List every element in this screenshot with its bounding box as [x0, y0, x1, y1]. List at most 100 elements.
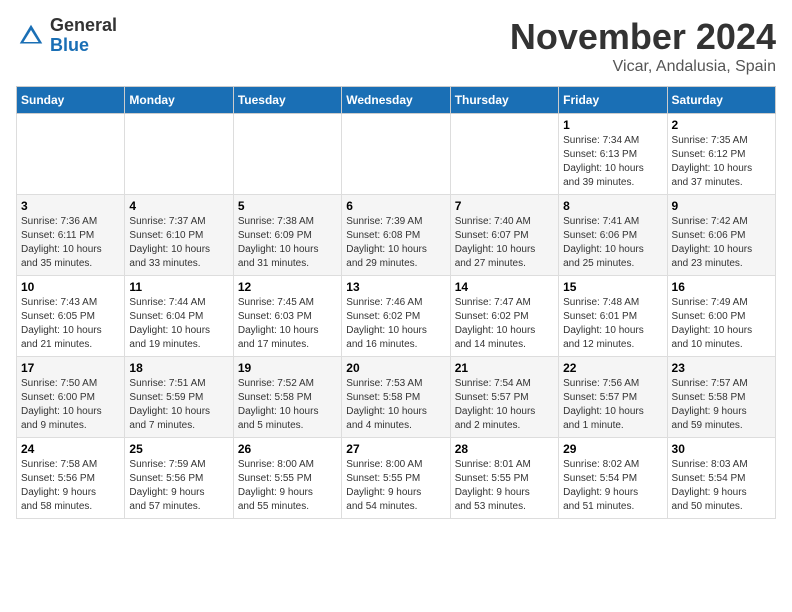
day-info: Sunrise: 7:43 AM Sunset: 6:05 PM Dayligh… — [21, 296, 120, 352]
day-number: 18 — [129, 361, 228, 375]
day-number: 9 — [672, 199, 771, 213]
day-number: 6 — [346, 199, 445, 213]
day-number: 12 — [238, 280, 337, 294]
calendar-cell: 25 Sunrise: 7:59 AM Sunset: 5:56 PM Dayli… — [125, 438, 233, 519]
day-info: Sunrise: 7:48 AM Sunset: 6:01 PM Dayligh… — [563, 296, 662, 352]
weekday-header-saturday: Saturday — [667, 87, 775, 114]
day-number: 10 — [21, 280, 120, 294]
day-info: Sunrise: 7:34 AM Sunset: 6:13 PM Dayligh… — [563, 134, 662, 190]
day-info: Sunrise: 7:47 AM Sunset: 6:02 PM Dayligh… — [455, 296, 554, 352]
weekday-header-row: SundayMondayTuesdayWednesdayThursdayFrid… — [17, 87, 776, 114]
calendar-cell: 14 Sunrise: 7:47 AM Sunset: 6:02 PM Dayli… — [450, 276, 558, 357]
weekday-header-friday: Friday — [559, 87, 667, 114]
day-number: 4 — [129, 199, 228, 213]
calendar-cell — [125, 114, 233, 195]
calendar-cell — [17, 114, 125, 195]
calendar-week-row: 24 Sunrise: 7:58 AM Sunset: 5:56 PM Dayli… — [17, 438, 776, 519]
day-number: 27 — [346, 442, 445, 456]
day-number: 2 — [672, 118, 771, 132]
calendar-cell — [233, 114, 341, 195]
day-info: Sunrise: 7:52 AM Sunset: 5:58 PM Dayligh… — [238, 377, 337, 433]
calendar-cell: 11Sunrise: 7:44 AM Sunset: 6:04 PM Dayli… — [125, 276, 233, 357]
weekday-header-wednesday: Wednesday — [342, 87, 450, 114]
day-number: 24 — [21, 442, 120, 456]
calendar-cell: 8 Sunrise: 7:41 AM Sunset: 6:06 PM Daylig… — [559, 195, 667, 276]
day-info: Sunrise: 7:44 AM Sunset: 6:04 PM Dayligh… — [129, 296, 228, 352]
day-number: 3 — [21, 199, 120, 213]
day-info: Sunrise: 8:01 AM Sunset: 5:55 PM Dayligh… — [455, 458, 554, 514]
day-number: 26 — [238, 442, 337, 456]
day-info: Sunrise: 7:36 AM Sunset: 6:11 PM Dayligh… — [21, 215, 120, 271]
calendar-cell: 23Sunrise: 7:57 AM Sunset: 5:58 PM Dayli… — [667, 357, 775, 438]
day-info: Sunrise: 7:57 AM Sunset: 5:58 PM Dayligh… — [672, 377, 771, 433]
day-info: Sunrise: 7:50 AM Sunset: 6:00 PM Dayligh… — [21, 377, 120, 433]
day-info: Sunrise: 7:58 AM Sunset: 5:56 PM Dayligh… — [21, 458, 120, 514]
day-number: 22 — [563, 361, 662, 375]
calendar-cell: 17 Sunrise: 7:50 AM Sunset: 6:00 PM Dayli… — [17, 357, 125, 438]
calendar-table: SundayMondayTuesdayWednesdayThursdayFrid… — [16, 86, 776, 519]
day-info: Sunrise: 7:42 AM Sunset: 6:06 PM Dayligh… — [672, 215, 771, 271]
calendar-cell: 10 Sunrise: 7:43 AM Sunset: 6:05 PM Dayli… — [17, 276, 125, 357]
calendar-cell: 16 Sunrise: 7:49 AM Sunset: 6:00 PM Dayli… — [667, 276, 775, 357]
calendar-week-row: 1 Sunrise: 7:34 AM Sunset: 6:13 PM Daylig… — [17, 114, 776, 195]
day-number: 30 — [672, 442, 771, 456]
calendar-cell: 27 Sunrise: 8:00 AM Sunset: 5:55 PM Dayli… — [342, 438, 450, 519]
day-info: Sunrise: 8:00 AM Sunset: 5:55 PM Dayligh… — [238, 458, 337, 514]
header: General Blue November 2024 Vicar, Andalu… — [16, 16, 776, 76]
day-number: 21 — [455, 361, 554, 375]
day-info: Sunrise: 7:39 AM Sunset: 6:08 PM Dayligh… — [346, 215, 445, 271]
day-info: Sunrise: 7:53 AM Sunset: 5:58 PM Dayligh… — [346, 377, 445, 433]
calendar-cell — [342, 114, 450, 195]
calendar-cell: 1 Sunrise: 7:34 AM Sunset: 6:13 PM Daylig… — [559, 114, 667, 195]
calendar-cell: 4Sunrise: 7:37 AM Sunset: 6:10 PM Daylig… — [125, 195, 233, 276]
day-number: 16 — [672, 280, 771, 294]
weekday-header-sunday: Sunday — [17, 87, 125, 114]
calendar-cell: 29 Sunrise: 8:02 AM Sunset: 5:54 PM Dayli… — [559, 438, 667, 519]
day-info: Sunrise: 7:56 AM Sunset: 5:57 PM Dayligh… — [563, 377, 662, 433]
logo-icon — [16, 21, 46, 51]
calendar-cell: 21 Sunrise: 7:54 AM Sunset: 5:57 PM Dayli… — [450, 357, 558, 438]
day-info: Sunrise: 7:54 AM Sunset: 5:57 PM Dayligh… — [455, 377, 554, 433]
calendar-cell: 26 Sunrise: 8:00 AM Sunset: 5:55 PM Dayli… — [233, 438, 341, 519]
day-number: 13 — [346, 280, 445, 294]
calendar-cell: 7Sunrise: 7:40 AM Sunset: 6:07 PM Daylig… — [450, 195, 558, 276]
weekday-header-tuesday: Tuesday — [233, 87, 341, 114]
calendar-week-row: 10 Sunrise: 7:43 AM Sunset: 6:05 PM Dayli… — [17, 276, 776, 357]
calendar-cell: 15 Sunrise: 7:48 AM Sunset: 6:01 PM Dayli… — [559, 276, 667, 357]
day-number: 17 — [21, 361, 120, 375]
calendar-cell: 5Sunrise: 7:38 AM Sunset: 6:09 PM Daylig… — [233, 195, 341, 276]
day-info: Sunrise: 7:41 AM Sunset: 6:06 PM Dayligh… — [563, 215, 662, 271]
day-number: 19 — [238, 361, 337, 375]
calendar-cell: 20Sunrise: 7:53 AM Sunset: 5:58 PM Dayli… — [342, 357, 450, 438]
logo: General Blue — [16, 16, 117, 56]
day-info: Sunrise: 7:51 AM Sunset: 5:59 PM Dayligh… — [129, 377, 228, 433]
day-number: 8 — [563, 199, 662, 213]
day-number: 25 — [129, 442, 228, 456]
calendar-cell: 18 Sunrise: 7:51 AM Sunset: 5:59 PM Dayli… — [125, 357, 233, 438]
calendar-cell: 6 Sunrise: 7:39 AM Sunset: 6:08 PM Daylig… — [342, 195, 450, 276]
day-info: Sunrise: 7:45 AM Sunset: 6:03 PM Dayligh… — [238, 296, 337, 352]
calendar-cell: 3 Sunrise: 7:36 AM Sunset: 6:11 PM Daylig… — [17, 195, 125, 276]
day-number: 28 — [455, 442, 554, 456]
day-info: Sunrise: 7:59 AM Sunset: 5:56 PM Dayligh… — [129, 458, 228, 514]
day-info: Sunrise: 8:00 AM Sunset: 5:55 PM Dayligh… — [346, 458, 445, 514]
calendar-cell: 28 Sunrise: 8:01 AM Sunset: 5:55 PM Dayli… — [450, 438, 558, 519]
weekday-header-monday: Monday — [125, 87, 233, 114]
day-number: 15 — [563, 280, 662, 294]
logo-blue-text: Blue — [50, 36, 117, 56]
day-number: 29 — [563, 442, 662, 456]
day-info: Sunrise: 8:02 AM Sunset: 5:54 PM Dayligh… — [563, 458, 662, 514]
calendar-cell — [450, 114, 558, 195]
day-info: Sunrise: 7:49 AM Sunset: 6:00 PM Dayligh… — [672, 296, 771, 352]
calendar-cell: 22 Sunrise: 7:56 AM Sunset: 5:57 PM Dayli… — [559, 357, 667, 438]
month-title: November 2024 — [510, 16, 776, 58]
location-title: Vicar, Andalusia, Spain — [510, 58, 776, 76]
day-info: Sunrise: 7:40 AM Sunset: 6:07 PM Dayligh… — [455, 215, 554, 271]
calendar-cell: 2 Sunrise: 7:35 AM Sunset: 6:12 PM Daylig… — [667, 114, 775, 195]
calendar-week-row: 17 Sunrise: 7:50 AM Sunset: 6:00 PM Dayli… — [17, 357, 776, 438]
day-number: 1 — [563, 118, 662, 132]
day-number: 14 — [455, 280, 554, 294]
calendar-cell: 12 Sunrise: 7:45 AM Sunset: 6:03 PM Dayli… — [233, 276, 341, 357]
calendar-cell: 30Sunrise: 8:03 AM Sunset: 5:54 PM Dayli… — [667, 438, 775, 519]
day-info: Sunrise: 7:35 AM Sunset: 6:12 PM Dayligh… — [672, 134, 771, 190]
